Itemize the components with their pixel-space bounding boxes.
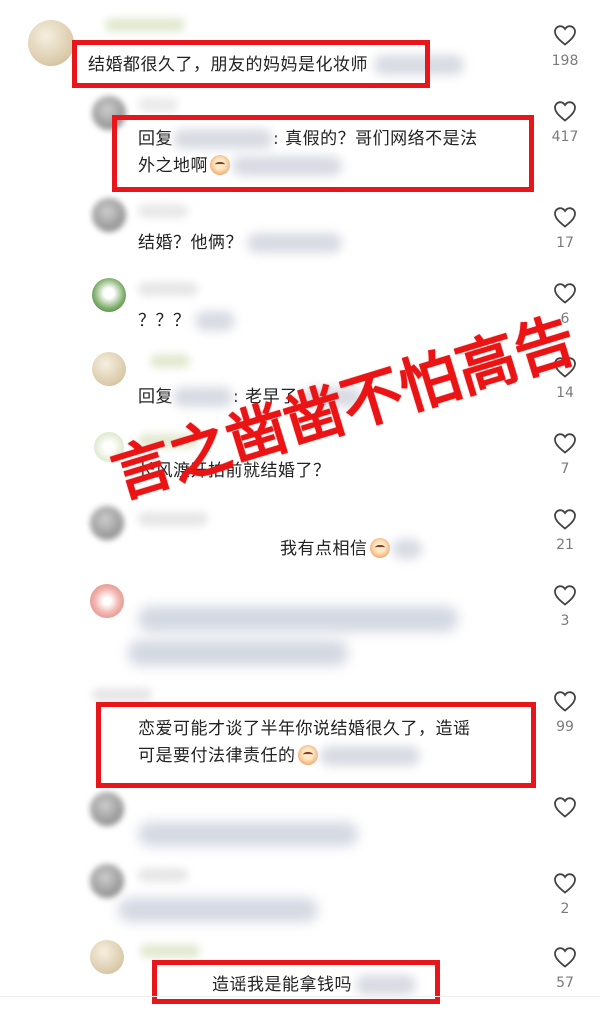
avatar[interactable] [90,864,124,898]
username-blurred [92,688,152,702]
comment-body: 我有点相信 [280,539,368,559]
like-count: 14 [556,385,574,401]
avatar[interactable] [90,584,124,618]
like-count: 198 [551,53,579,69]
heart-outline-icon [554,873,576,894]
highlight-box [72,40,430,88]
highlight-box [112,115,534,192]
like-button[interactable]: 21 [535,508,595,553]
heart-outline-icon [554,101,576,122]
like-count: 17 [556,235,574,251]
like-button[interactable]: 17 [535,206,595,251]
heart-outline-icon [554,797,576,818]
like-count: 417 [551,129,579,145]
comment-body: ？？？ [138,311,191,331]
like-button[interactable]: 7 [535,432,595,477]
like-button[interactable]: 3 [535,584,595,629]
username-blurred [138,98,178,112]
comment-text: 结婚？他俩？ [138,230,342,257]
username-blurred [105,18,185,32]
comment-text: 我有点相信 [280,536,422,563]
username-blurred [138,204,188,218]
highlight-box [152,960,440,1004]
comment-text: ？？？ [138,308,235,335]
username-blurred [138,282,198,296]
username-blurred [140,944,200,958]
heart-outline-icon [554,433,576,454]
like-count: 7 [560,461,570,477]
like-button[interactable]: 2 [535,872,595,917]
redacted-text [391,539,422,559]
heart-outline-icon [554,207,576,228]
heart-outline-icon [554,691,576,712]
redacted-text [128,640,348,666]
heart-outline-icon [554,585,576,606]
like-count: 2 [560,901,570,917]
username-blurred [138,512,208,526]
redacted-text [138,606,458,632]
redacted-text [118,898,318,922]
like-button[interactable]: 99 [535,690,595,735]
avatar[interactable] [92,198,126,232]
redacted-text [247,233,342,253]
avatar[interactable] [90,792,124,826]
highlight-box [96,702,536,788]
redacted-text [194,311,235,331]
like-button[interactable]: 417 [535,100,595,145]
avatar[interactable] [92,278,126,312]
like-button[interactable]: 198 [535,24,595,69]
avatar[interactable] [90,940,124,974]
like-count: 57 [556,975,574,991]
username-blurred [150,354,190,368]
like-count: 99 [556,719,574,735]
like-button[interactable]: 57 [535,946,595,991]
redacted-text [138,822,358,846]
like-button[interactable] [535,796,595,825]
avatar[interactable] [92,352,126,386]
avatar[interactable] [28,20,74,66]
heart-outline-icon [554,509,576,530]
like-count: 21 [556,537,574,553]
reply-prefix: 回复 [138,387,173,407]
heart-outline-icon [554,25,576,46]
emoji-icon [369,538,390,558]
avatar[interactable] [90,506,124,540]
like-count: 3 [560,613,570,629]
username-blurred [138,868,188,882]
heart-outline-icon [554,947,576,968]
divider [0,996,600,997]
comment-body: 结婚？他俩？ [138,233,243,253]
